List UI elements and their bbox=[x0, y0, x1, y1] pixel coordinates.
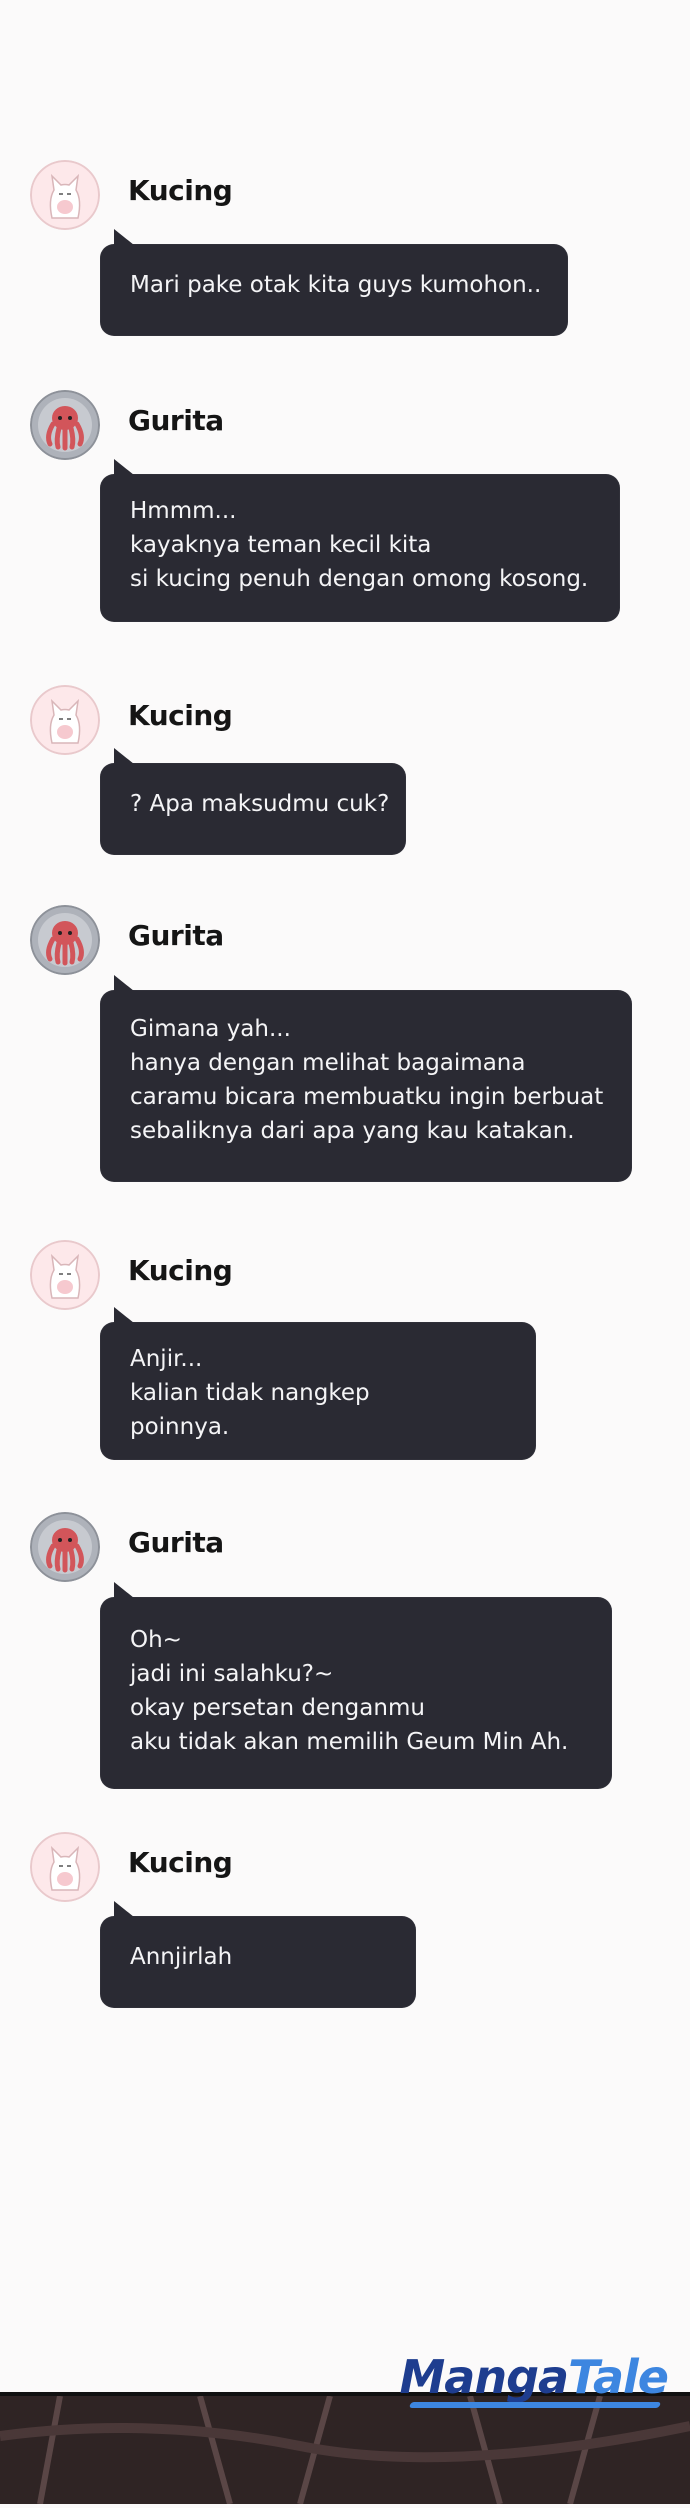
speaker-name: Kucing bbox=[128, 1846, 233, 1879]
message-line: si kucing penuh dengan omong kosong. bbox=[130, 566, 589, 592]
artwork-lines bbox=[0, 2395, 690, 2505]
speaker-name: Gurita bbox=[128, 404, 224, 437]
message-bubble: Mari pake otak kita guys kumohon.. bbox=[100, 229, 568, 336]
message-line: hanya dengan melihat bagaimana bbox=[130, 1050, 526, 1076]
message-line: aku tidak akan memilih Geum Min Ah. bbox=[130, 1729, 569, 1755]
octopus-avatar-icon bbox=[30, 390, 100, 460]
speaker-name: Gurita bbox=[128, 1526, 224, 1559]
message-line: kalian tidak nangkep bbox=[130, 1380, 370, 1406]
message-line: Annjirlah bbox=[130, 1944, 233, 1970]
octopus-avatar-icon bbox=[30, 1512, 100, 1582]
message-line: Gimana yah... bbox=[130, 1016, 291, 1042]
logo-text-part1: Manga bbox=[399, 2350, 570, 2404]
speaker-name: Gurita bbox=[128, 919, 224, 952]
message-line: kayaknya teman kecil kita bbox=[130, 532, 432, 558]
bottom-panel-artwork bbox=[0, 2392, 690, 2505]
mangatale-logo: MangaTale bbox=[399, 2350, 669, 2404]
message-line: Oh~ bbox=[130, 1627, 182, 1653]
message-bubble: Oh~ jadi ini salahku?~ okay persetan den… bbox=[100, 1582, 612, 1789]
message-bubble: Hmmm... kayaknya teman kecil kita si kuc… bbox=[100, 459, 620, 622]
cat-avatar-icon bbox=[30, 685, 100, 755]
message-line: sebaliknya dari apa yang kau katakan. bbox=[130, 1118, 575, 1144]
cat-avatar-icon bbox=[30, 1832, 100, 1902]
speaker-name: Kucing bbox=[128, 699, 233, 732]
message-line: poinnya. bbox=[130, 1414, 230, 1440]
message-bubble: Annjirlah bbox=[100, 1901, 416, 2008]
message-line: Anjir... bbox=[130, 1346, 203, 1372]
logo-text-part2: Tale bbox=[568, 2350, 669, 2404]
message-bubble: Gimana yah... hanya dengan melihat bagai… bbox=[100, 975, 632, 1182]
speaker-name: Kucing bbox=[128, 1254, 233, 1287]
message-line: Mari pake otak kita guys kumohon.. bbox=[130, 272, 542, 298]
message-line: Hmmm... bbox=[130, 498, 237, 524]
message-bubble: ? Apa maksudmu cuk? bbox=[100, 748, 406, 855]
cat-avatar-icon bbox=[30, 1240, 100, 1310]
message-line: ? Apa maksudmu cuk? bbox=[130, 791, 390, 817]
message-line: jadi ini salahku?~ bbox=[130, 1661, 334, 1687]
speaker-name: Kucing bbox=[128, 174, 233, 207]
message-line: okay persetan denganmu bbox=[130, 1695, 425, 1721]
octopus-avatar-icon bbox=[30, 905, 100, 975]
message-line: caramu bicara membuatku ingin berbuat bbox=[130, 1084, 604, 1110]
message-bubble: Anjir... kalian tidak nangkep poinnya. bbox=[100, 1307, 536, 1460]
cat-avatar-icon bbox=[30, 160, 100, 230]
logo-underline bbox=[408, 2402, 662, 2408]
